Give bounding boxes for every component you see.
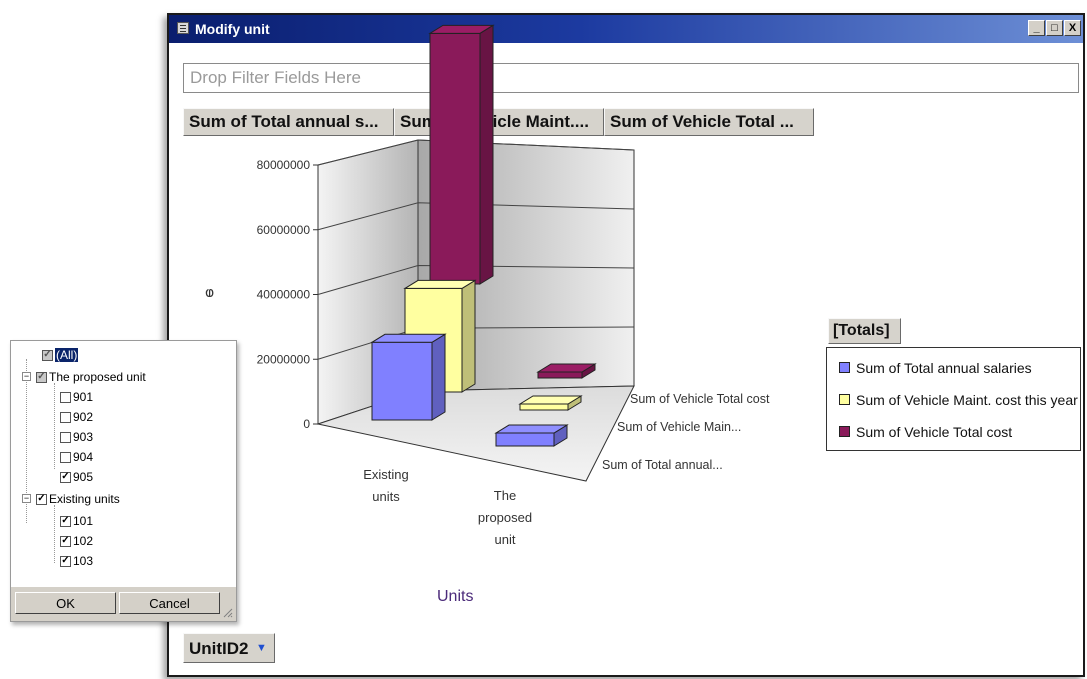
category-field-label: UnitID2 <box>189 639 249 658</box>
y-tick-label: 0 <box>303 417 310 431</box>
filter-item-905[interactable]: ✓ 905 <box>60 469 93 485</box>
bar <box>494 424 569 447</box>
filter-item-label: 904 <box>73 450 94 464</box>
bar-side <box>479 24 494 285</box>
filter-item-label: 102 <box>73 534 94 548</box>
filter-item-101[interactable]: ✓ 101 <box>60 513 93 529</box>
legend-item-maint-cost: Sum of Vehicle Maint. cost this year <box>839 392 1078 408</box>
checkbox[interactable]: ✓ <box>36 371 47 383</box>
filter-item-901[interactable]: 901 <box>60 389 93 405</box>
bar-top <box>403 279 477 289</box>
checkbox[interactable]: ✓ <box>60 471 71 483</box>
bar-top <box>494 424 569 434</box>
category-field-dropdown[interactable]: UnitID2 ▼ <box>183 633 275 663</box>
filter-group-proposed-unit[interactable]: ✓ The proposed unit <box>36 369 146 385</box>
legend-swatch <box>839 394 850 405</box>
chart-legend: Sum of Total annual salaries Sum of Vehi… <box>826 347 1081 451</box>
filter-item-label: (All) <box>55 348 79 362</box>
filter-item-904[interactable]: 904 <box>60 449 93 465</box>
filter-item-102[interactable]: ✓ 102 <box>60 533 93 549</box>
filter-group-label: Existing units <box>49 492 120 506</box>
x-axis-title: Units <box>437 588 473 605</box>
bar-top <box>370 333 447 343</box>
totals-button[interactable]: [Totals] <box>828 318 901 344</box>
checkbox[interactable] <box>60 431 71 443</box>
filter-item-902[interactable]: 902 <box>60 409 93 425</box>
checkbox[interactable]: ✓ <box>60 515 71 527</box>
checkbox[interactable]: ✓ <box>60 535 71 547</box>
legend-label: Sum of Vehicle Total cost <box>856 424 1013 440</box>
y-tick-label: 80000000 <box>257 158 311 172</box>
x-axis-labels: Existing units The proposed unit <box>363 467 532 547</box>
legend-swatch <box>839 426 850 437</box>
legend-item-salaries: Sum of Total annual salaries <box>839 360 1032 376</box>
checkbox[interactable] <box>60 411 71 423</box>
y-tick-label: 60000000 <box>257 223 311 237</box>
filter-item-903[interactable]: 903 <box>60 429 93 445</box>
checkbox[interactable] <box>60 391 71 403</box>
y-tick-label: 40000000 <box>257 288 311 302</box>
checkbox[interactable]: ✓ <box>36 493 47 505</box>
filter-group-existing-units[interactable]: ✓ Existing units <box>36 491 120 507</box>
collapse-icon[interactable]: − <box>22 494 31 503</box>
filter-item-103[interactable]: ✓ 103 <box>60 553 93 569</box>
bar-front <box>495 432 555 447</box>
filter-item-label: 101 <box>73 514 94 528</box>
filter-panel-footer: OK Cancel <box>11 587 236 621</box>
checkbox[interactable] <box>60 451 71 463</box>
bar <box>428 24 495 285</box>
legend-item-total-cost: Sum of Vehicle Total cost <box>839 424 1012 440</box>
checkbox[interactable]: ✓ <box>60 555 71 567</box>
legend-label: Sum of Total annual salaries <box>856 360 1032 376</box>
bar-front <box>537 371 583 379</box>
x-tick-label: Existing <box>363 467 409 482</box>
collapse-icon[interactable]: − <box>22 372 31 381</box>
legend-swatch <box>839 362 850 373</box>
bar-side <box>461 279 476 393</box>
x-tick-label: proposed <box>478 510 532 525</box>
filter-item-label: 902 <box>73 410 94 424</box>
filter-group-label: The proposed unit <box>49 370 146 384</box>
x-tick-label: The <box>494 488 516 503</box>
bar-front <box>371 341 433 421</box>
bar-front <box>429 32 481 285</box>
depth-axis-label: Sum of Vehicle Main... <box>617 420 741 434</box>
filter-item-label: 903 <box>73 430 94 444</box>
filter-item-label: 103 <box>73 554 94 568</box>
bar-side <box>431 333 446 421</box>
legend-label: Sum of Vehicle Maint. cost this year <box>856 392 1078 408</box>
y-tick-label: 20000000 <box>257 352 311 366</box>
bar <box>370 333 447 421</box>
depth-axis-label: Sum of Total annual... <box>602 458 723 472</box>
checkbox[interactable]: ✓ <box>42 349 53 361</box>
dropdown-arrow-icon: ▼ <box>256 642 267 654</box>
filter-item-label: 905 <box>73 470 94 484</box>
bar-front <box>519 403 569 411</box>
cancel-button[interactable]: Cancel <box>119 592 220 614</box>
x-tick-label: units <box>372 489 400 504</box>
x-tick-label: unit <box>495 532 516 547</box>
depth-axis-label: Sum of Vehicle Total cost <box>630 392 770 406</box>
filter-item-label: 901 <box>73 390 94 404</box>
filter-tree: ✓ (All) − ✓ The proposed unit 901 902 903 … <box>11 341 236 587</box>
resize-grip-icon[interactable] <box>221 606 233 618</box>
series-axis-labels: Sum of Vehicle Total cost Sum of Vehicle … <box>602 392 770 472</box>
ok-button[interactable]: OK <box>15 592 116 614</box>
y-axis-ticks: 0 20000000 40000000 60000000 80000000 <box>257 158 318 431</box>
filter-item-all[interactable]: ✓ (All) <box>42 347 79 363</box>
bar <box>518 395 583 411</box>
y-axis-title: ⱷ <box>205 285 214 301</box>
filter-dropdown-panel: ✓ (All) − ✓ The proposed unit 901 902 903 … <box>10 340 237 622</box>
